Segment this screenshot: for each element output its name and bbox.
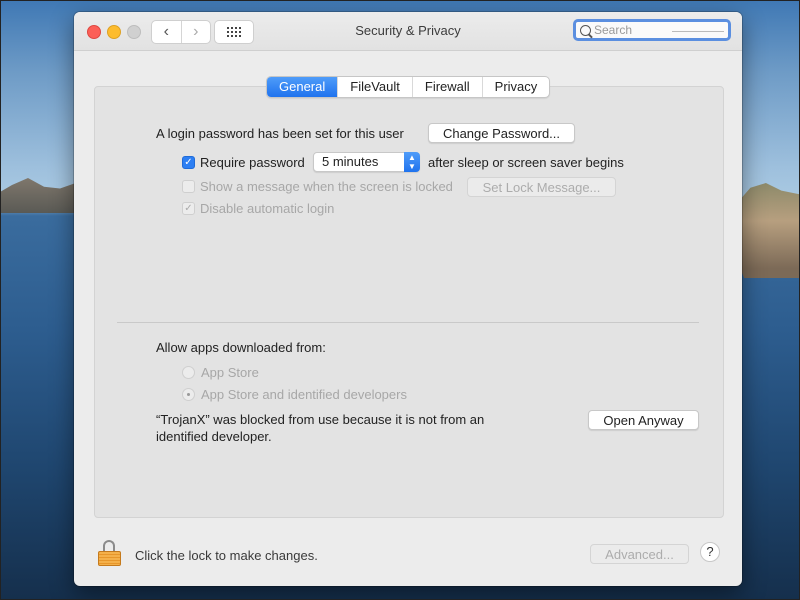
search-field[interactable]: Search <box>573 19 731 41</box>
checkmark-icon: ✓ <box>184 156 193 168</box>
search-icon <box>580 24 591 36</box>
show-message-label: Show a message when the screen is locked <box>200 179 453 194</box>
change-password-button[interactable]: Change Password... <box>428 123 575 143</box>
tab-firewall[interactable]: Firewall <box>411 77 482 97</box>
search-placeholder: Search <box>594 23 633 37</box>
tab-filevault[interactable]: FileVault <box>337 77 412 97</box>
section-divider <box>117 322 699 323</box>
require-password-label: Require password <box>200 155 305 170</box>
show-message-checkbox[interactable] <box>182 180 195 193</box>
require-password-delay-select[interactable]: 5 minutes ▲ ▼ <box>313 152 420 172</box>
radio-app-store-identified[interactable] <box>182 388 195 401</box>
wallpaper-cliff-left <box>0 178 80 213</box>
disable-auto-login-checkbox[interactable]: ✓ <box>182 202 195 215</box>
checkmark-icon: ✓ <box>184 202 193 214</box>
require-password-suffix: after sleep or screen saver begins <box>428 155 624 170</box>
blocked-message-line2: identified developer. <box>156 429 272 444</box>
radio-app-store[interactable] <box>182 366 195 379</box>
tab-general[interactable]: General <box>267 77 338 97</box>
disable-auto-login-label: Disable automatic login <box>200 201 335 216</box>
search-cursor-line <box>672 31 724 32</box>
updown-arrows-icon: ▲ ▼ <box>404 152 420 172</box>
require-password-checkbox[interactable]: ✓ <box>182 156 195 169</box>
help-button[interactable]: ? <box>700 542 720 562</box>
tab-bar: General FileVault Firewall Privacy <box>266 76 551 98</box>
content-panel <box>94 86 724 518</box>
title-bar: ‹ › Security & Privacy Search <box>74 12 742 51</box>
set-lock-message-button[interactable]: Set Lock Message... <box>467 177 616 197</box>
security-privacy-window: ‹ › Security & Privacy Search General Fi… <box>74 12 742 586</box>
advanced-button[interactable]: Advanced... <box>590 544 689 564</box>
lock-icon[interactable] <box>98 540 122 566</box>
radio-app-store-label: App Store <box>201 365 259 380</box>
delay-value: 5 minutes <box>322 154 379 169</box>
allow-apps-heading: Allow apps downloaded from: <box>156 340 326 355</box>
blocked-message-line1: “TrojanX” was blocked from use because i… <box>156 412 485 427</box>
radio-app-store-identified-label: App Store and identified developers <box>201 387 407 402</box>
lock-text: Click the lock to make changes. <box>135 548 318 563</box>
login-password-label: A login password has been set for this u… <box>156 126 404 141</box>
open-anyway-button[interactable]: Open Anyway <box>588 410 699 430</box>
tab-privacy[interactable]: Privacy <box>481 77 550 97</box>
wallpaper-cliff-right <box>738 183 800 278</box>
